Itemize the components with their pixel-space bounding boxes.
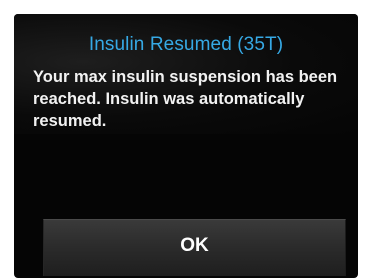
dialog-message: Your max insulin suspension has been rea… [33,68,338,130]
pump-display: Insulin Resumed (35T) Your max insulin s… [14,14,358,278]
dialog-title: Insulin Resumed (35T) [88,34,284,55]
screen: Insulin Resumed (35T) Your max insulin s… [0,0,375,279]
ok-button[interactable]: OK [43,219,346,276]
ok-button-label: OK [180,235,209,256]
